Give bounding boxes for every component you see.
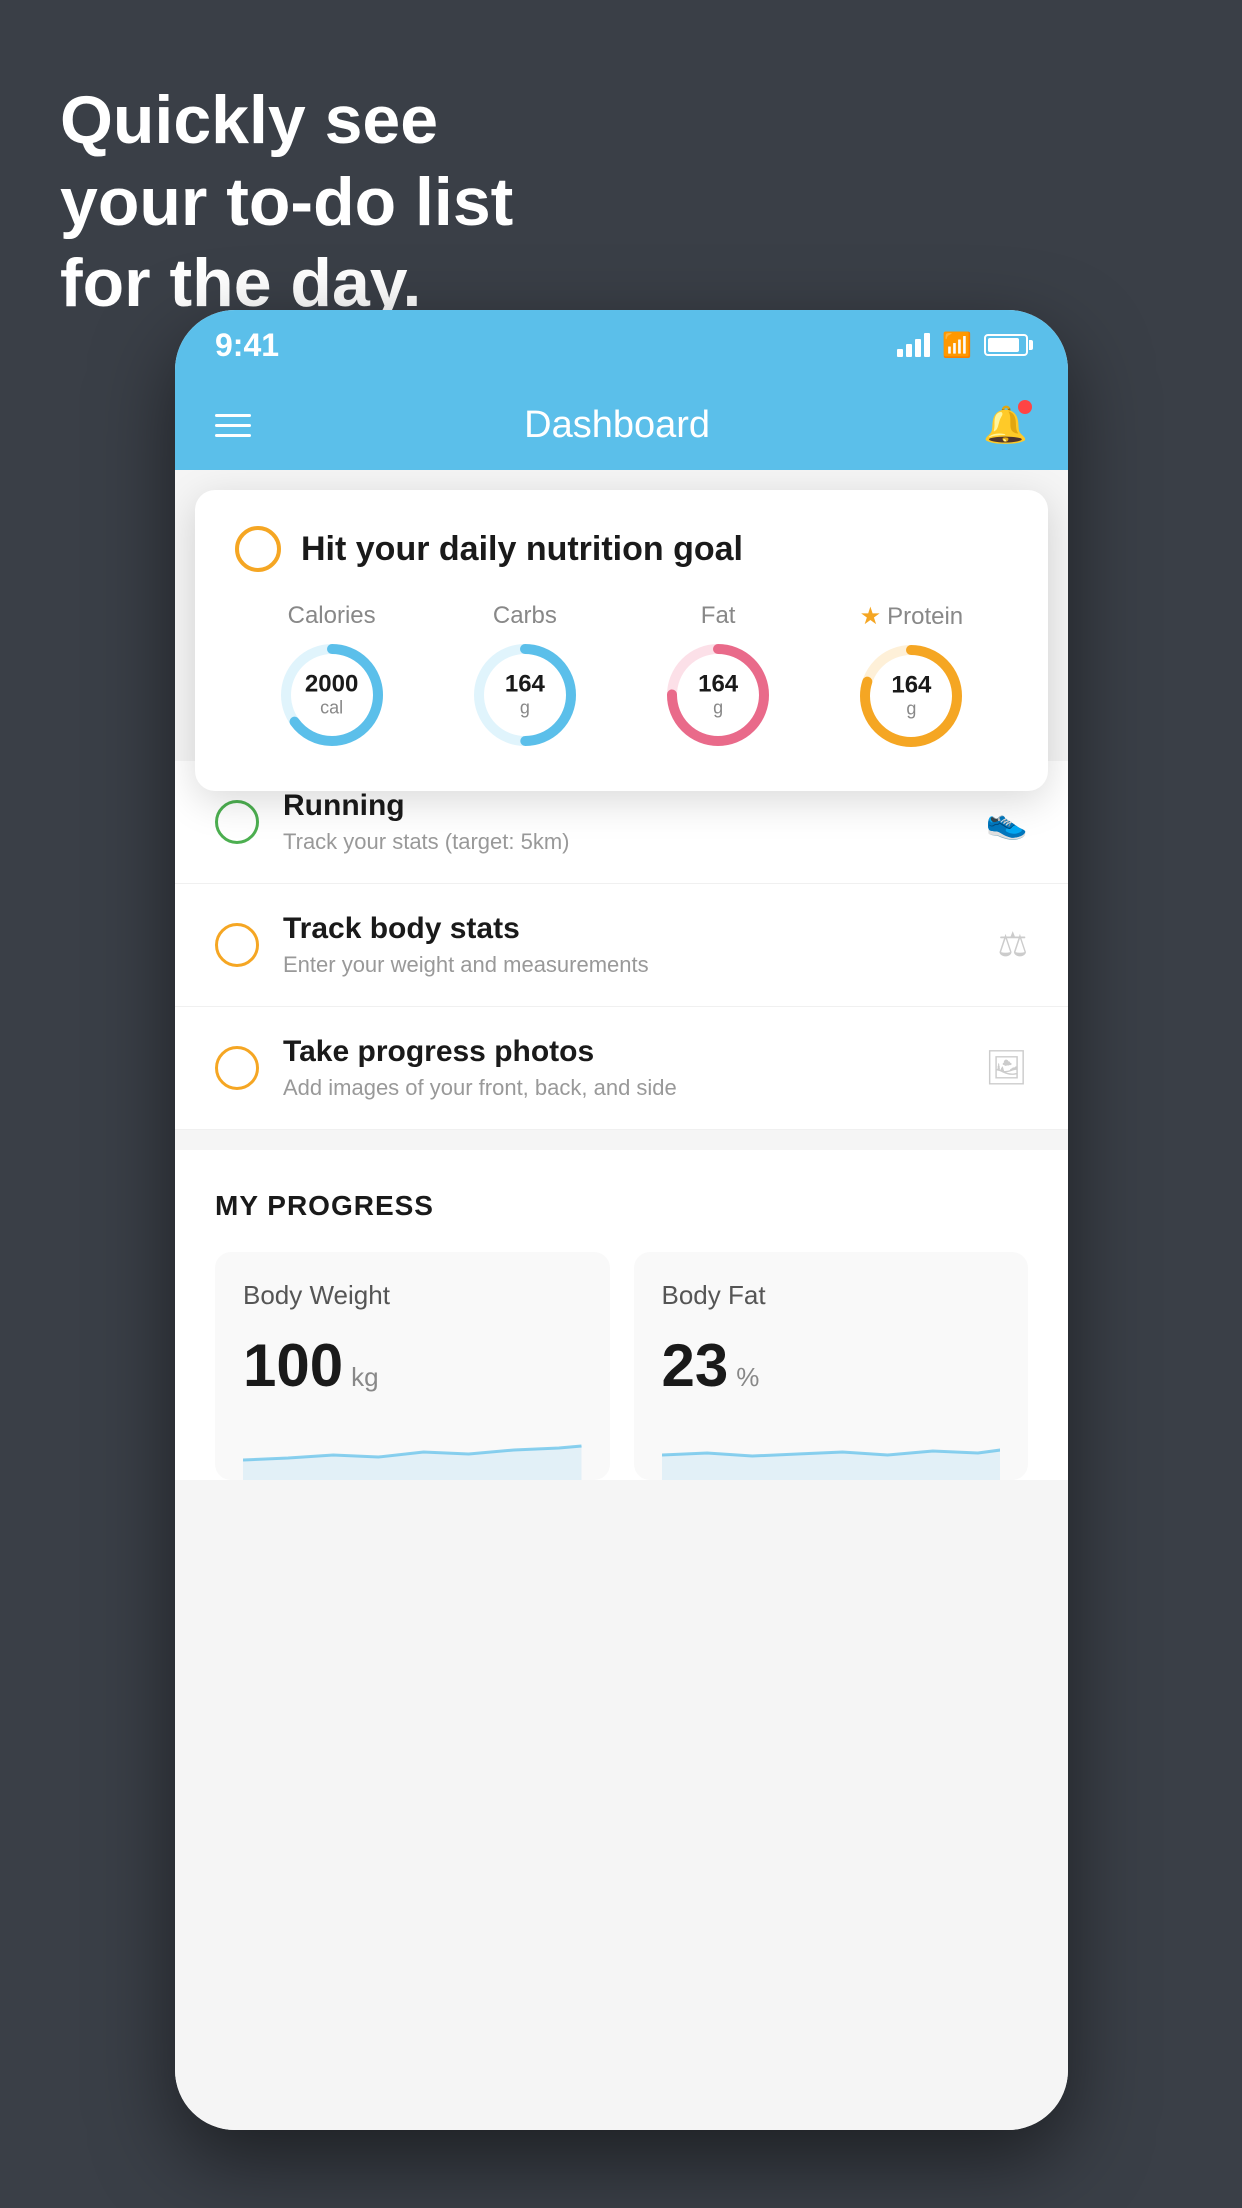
body-fat-card-title: Body Fat (662, 1280, 1001, 1311)
calories-circle: 2000 cal (277, 640, 387, 750)
fat-value: 164 (698, 671, 738, 697)
photo-icon: 🖼 (985, 1048, 1028, 1088)
calories-label: Calories (288, 602, 376, 630)
progress-cards: Body Weight 100 kg Body Fat (215, 1252, 1028, 1480)
protein-unit: g (891, 699, 931, 720)
notification-dot (1018, 400, 1032, 414)
background-headline: Quickly see your to-do list for the day. (60, 80, 513, 325)
shoe-icon: 👟 (986, 802, 1028, 842)
body-weight-unit: kg (351, 1362, 378, 1393)
todo-item-photos[interactable]: Take progress photos Add images of your … (175, 1007, 1068, 1130)
wifi-icon: 📶 (942, 331, 972, 360)
nutrition-fat: Fat 164 g (663, 602, 773, 750)
carbs-circle: 164 g (470, 640, 580, 750)
todo-text-body-stats: Track body stats Enter your weight and m… (283, 912, 998, 978)
my-progress-section: MY PROGRESS Body Weight 100 kg (175, 1150, 1068, 1480)
scale-icon: ⚖ (998, 925, 1028, 965)
body-weight-value-row: 100 kg (243, 1331, 582, 1400)
body-fat-chart (662, 1420, 1001, 1480)
calories-unit: cal (305, 698, 358, 719)
card-header: Hit your daily nutrition goal (235, 526, 1008, 572)
card-title: Hit your daily nutrition goal (301, 530, 743, 569)
body-fat-value-row: 23 % (662, 1331, 1001, 1400)
header-title: Dashboard (524, 404, 710, 447)
body-fat-unit: % (736, 1362, 759, 1393)
todo-text-running: Running Track your stats (target: 5km) (283, 789, 986, 855)
todo-name-body-stats: Track body stats (283, 912, 998, 946)
protein-label: ★ Protein (860, 602, 964, 631)
nutrition-card: Hit your daily nutrition goal Calories 2… (195, 490, 1048, 791)
headline-line1: Quickly see (60, 80, 513, 162)
todo-check-circle[interactable] (235, 526, 281, 572)
notification-bell[interactable]: 🔔 (983, 404, 1028, 446)
content-area: THINGS TO DO TODAY Hit your daily nutrit… (175, 470, 1068, 2130)
todo-circle-photos (215, 1046, 259, 1090)
battery-icon (984, 334, 1028, 356)
todo-text-photos: Take progress photos Add images of your … (283, 1035, 985, 1101)
app-header: Dashboard 🔔 (175, 380, 1068, 470)
fat-label: Fat (701, 602, 736, 630)
body-weight-number: 100 (243, 1331, 343, 1400)
todo-sub-running: Track your stats (target: 5km) (283, 829, 986, 855)
phone-frame: 9:41 📶 Dashboard 🔔 THINGS TO DO TOD (175, 310, 1068, 2130)
body-weight-card[interactable]: Body Weight 100 kg (215, 1252, 610, 1480)
todo-sub-photos: Add images of your front, back, and side (283, 1075, 985, 1101)
calories-value: 2000 (305, 671, 358, 697)
signal-icon (897, 333, 930, 357)
todo-name-photos: Take progress photos (283, 1035, 985, 1069)
todo-item-body-stats[interactable]: Track body stats Enter your weight and m… (175, 884, 1068, 1007)
my-progress-title: MY PROGRESS (215, 1190, 1028, 1222)
nutrition-carbs: Carbs 164 g (470, 602, 580, 750)
carbs-unit: g (505, 698, 545, 719)
fat-circle: 164 g (663, 640, 773, 750)
carbs-value: 164 (505, 671, 545, 697)
headline-line2: your to-do list (60, 162, 513, 244)
hamburger-menu[interactable] (215, 414, 251, 437)
body-weight-chart (243, 1420, 582, 1480)
todo-circle-running (215, 800, 259, 844)
status-icons: 📶 (897, 331, 1028, 360)
nutrition-protein: ★ Protein 164 g (856, 602, 966, 751)
todo-list: Running Track your stats (target: 5km) 👟… (175, 761, 1068, 1130)
fat-unit: g (698, 698, 738, 719)
body-fat-card[interactable]: Body Fat 23 % (634, 1252, 1029, 1480)
protein-circle: 164 g (856, 641, 966, 751)
status-bar: 9:41 📶 (175, 310, 1068, 380)
body-fat-number: 23 (662, 1331, 729, 1400)
carbs-label: Carbs (493, 602, 557, 630)
todo-name-running: Running (283, 789, 986, 823)
status-time: 9:41 (215, 327, 279, 364)
todo-circle-body-stats (215, 923, 259, 967)
star-icon: ★ (860, 602, 882, 631)
todo-sub-body-stats: Enter your weight and measurements (283, 952, 998, 978)
nutrition-calories: Calories 2000 cal (277, 602, 387, 750)
body-weight-card-title: Body Weight (243, 1280, 582, 1311)
nutrition-grid: Calories 2000 cal Carbs (235, 602, 1008, 751)
protein-value: 164 (891, 672, 931, 698)
